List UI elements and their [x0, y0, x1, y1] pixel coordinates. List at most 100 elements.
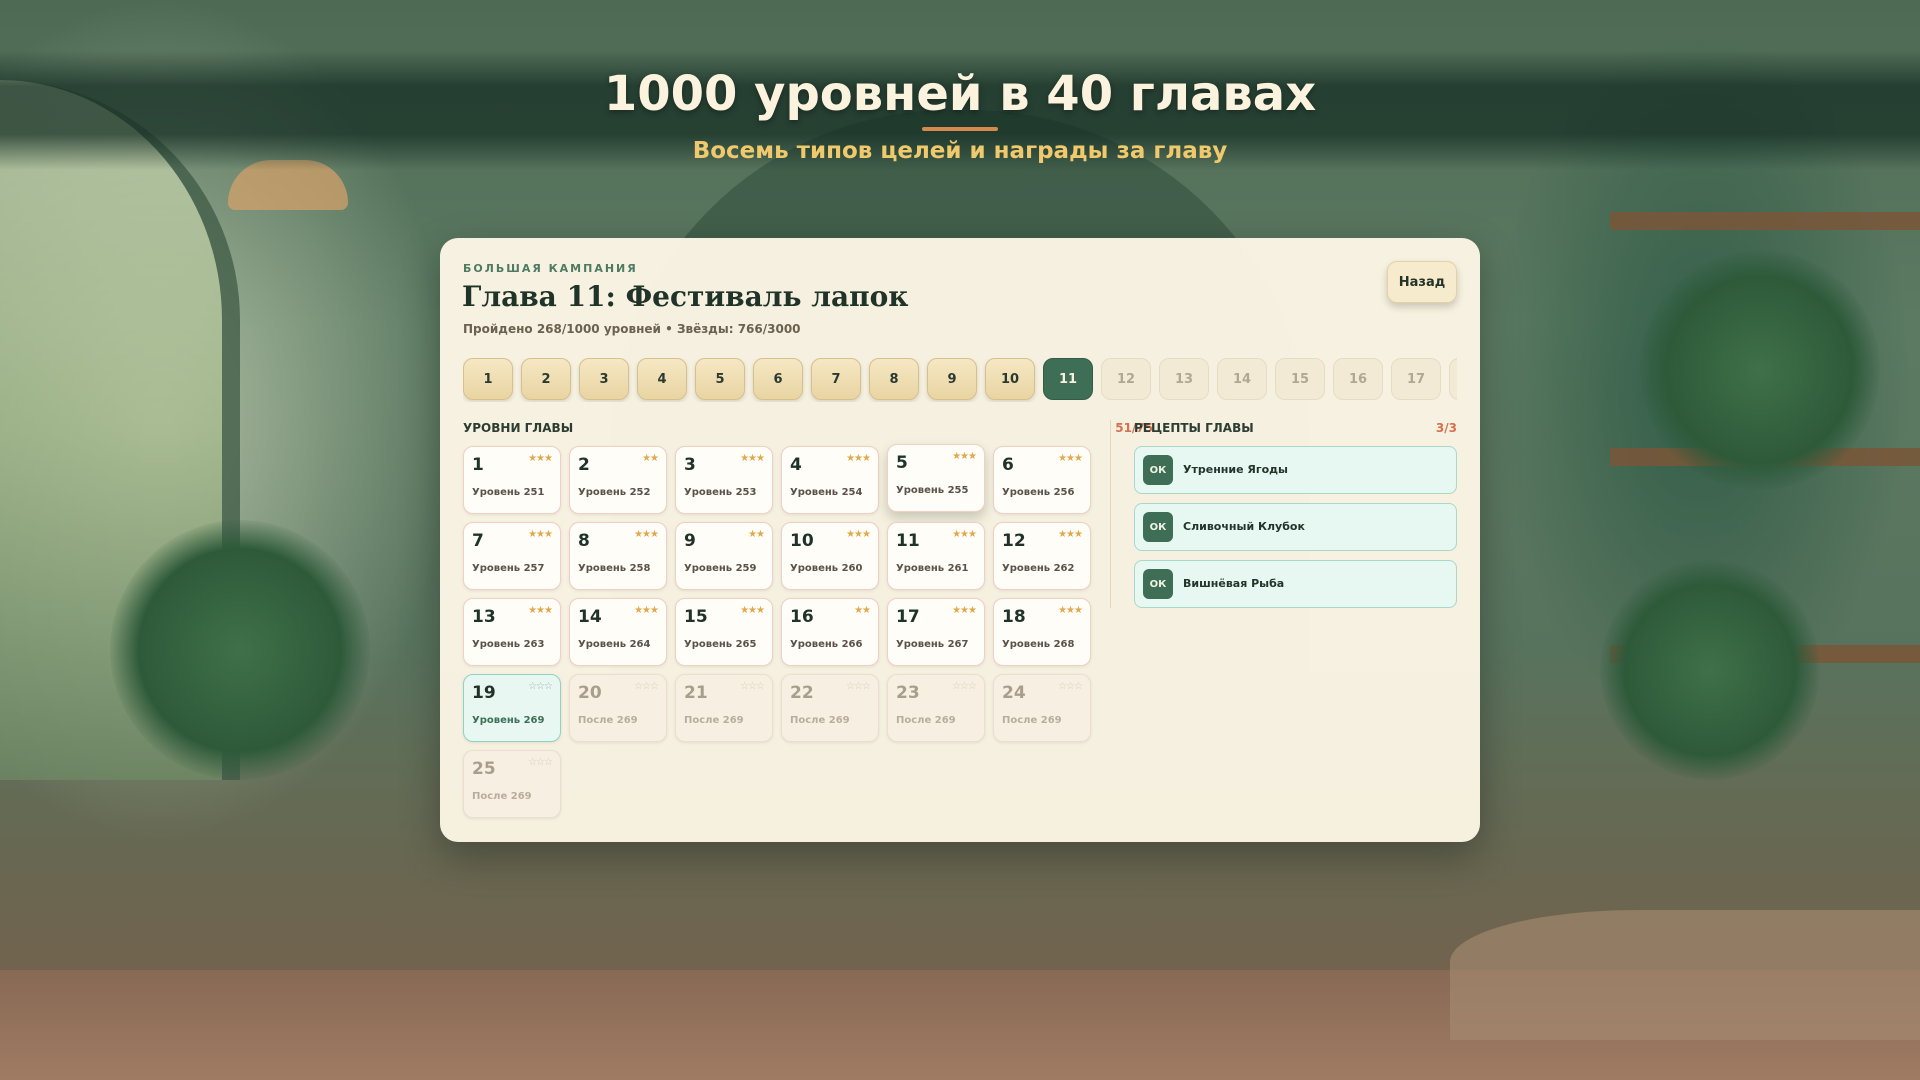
level-label: Уровень 251 — [472, 487, 545, 498]
chapter-chip-15[interactable]: 15 — [1275, 358, 1325, 400]
level-card[interactable]: 1 ★★★ Уровень 251 — [463, 446, 561, 514]
level-stars-icon: ☆☆☆ — [1058, 681, 1083, 692]
hero-divider — [922, 127, 998, 131]
level-number: 13 — [472, 607, 496, 627]
chapter-chip-12[interactable]: 12 — [1101, 358, 1151, 400]
level-card[interactable]: 14 ★★★ Уровень 264 — [569, 598, 667, 666]
level-number: 3 — [684, 455, 696, 475]
level-label: Уровень 267 — [896, 639, 969, 650]
level-number: 18 — [1002, 607, 1026, 627]
recipes-count: 3/3 — [1435, 421, 1457, 435]
level-label: Уровень 264 — [578, 639, 651, 650]
chapter-chip-3[interactable]: 3 — [579, 358, 629, 400]
level-label: После 269 — [472, 791, 532, 802]
level-label: Уровень 261 — [896, 563, 969, 574]
level-stars-icon: ★★★ — [846, 529, 871, 540]
chapter-chip-8[interactable]: 8 — [869, 358, 919, 400]
level-label: Уровень 268 — [1002, 639, 1075, 650]
recipe-name: Сливочный Клубок — [1183, 520, 1305, 533]
chapter-chip-13[interactable]: 13 — [1159, 358, 1209, 400]
level-card[interactable]: 16 ★★ Уровень 266 — [781, 598, 879, 666]
recipe-item[interactable]: ОК Утренние Ягоды — [1134, 446, 1457, 494]
level-stars-icon: ★★★ — [952, 605, 977, 616]
background-plant — [1600, 560, 1820, 780]
level-card[interactable]: 7 ★★★ Уровень 257 — [463, 522, 561, 590]
level-stars-icon: ★★★ — [528, 529, 553, 540]
background-shelf — [1610, 212, 1920, 230]
chapter-chip-18[interactable] — [1449, 358, 1457, 400]
level-card[interactable]: 3 ★★★ Уровень 253 — [675, 446, 773, 514]
level-card[interactable]: 2 ★★ Уровень 252 — [569, 446, 667, 514]
level-stars-icon: ☆☆☆ — [528, 757, 553, 768]
level-label: Уровень 252 — [578, 487, 651, 498]
level-stars-icon: ★★★ — [1058, 529, 1083, 540]
level-number: 6 — [1002, 455, 1014, 475]
level-number: 23 — [896, 683, 920, 703]
level-label: После 269 — [896, 715, 956, 726]
level-label: После 269 — [578, 715, 638, 726]
level-card[interactable]: 17 ★★★ Уровень 267 — [887, 598, 985, 666]
level-card[interactable]: 10 ★★★ Уровень 260 — [781, 522, 879, 590]
chapter-chip-5[interactable]: 5 — [695, 358, 745, 400]
chapter-chip-7[interactable]: 7 — [811, 358, 861, 400]
level-card[interactable]: 6 ★★★ Уровень 256 — [993, 446, 1091, 514]
level-number: 11 — [896, 531, 920, 551]
chapter-chip-10[interactable]: 10 — [985, 358, 1035, 400]
level-stars-icon: ★★★ — [952, 451, 977, 462]
level-number: 10 — [790, 531, 814, 551]
level-card[interactable]: 8 ★★★ Уровень 258 — [569, 522, 667, 590]
chapter-chip-14[interactable]: 14 — [1217, 358, 1267, 400]
level-stars-icon: ☆☆☆ — [740, 681, 765, 692]
level-card[interactable]: 15 ★★★ Уровень 265 — [675, 598, 773, 666]
level-card[interactable]: 13 ★★★ Уровень 263 — [463, 598, 561, 666]
chapter-panel: БОЛЬШАЯ КАМПАНИЯ Глава 11: Фестиваль лап… — [440, 238, 1480, 842]
back-button[interactable]: Назад — [1387, 261, 1457, 303]
chapter-chip-1[interactable]: 1 — [463, 358, 513, 400]
levels-heading: УРОВНИ ГЛАВЫ — [463, 421, 574, 435]
level-stars-icon: ☆☆☆ — [634, 681, 659, 692]
hero-subtitle: Восемь типов целей и награды за главу — [692, 138, 1228, 164]
chapter-chip-6[interactable]: 6 — [753, 358, 803, 400]
level-label: После 269 — [684, 715, 744, 726]
level-number: 8 — [578, 531, 590, 551]
level-stars-icon: ★★ — [854, 605, 871, 616]
chapter-chip-9[interactable]: 9 — [927, 358, 977, 400]
level-label: Уровень 266 — [790, 639, 863, 650]
level-card[interactable]: 21 ☆☆☆ После 269 — [675, 674, 773, 742]
level-label: Уровень 253 — [684, 487, 757, 498]
level-label: Уровень 265 — [684, 639, 757, 650]
level-card[interactable]: 11 ★★★ Уровень 261 — [887, 522, 985, 590]
chapter-chip-17[interactable]: 17 — [1391, 358, 1441, 400]
recipe-item[interactable]: ОК Вишнёвая Рыба — [1134, 560, 1457, 608]
level-card[interactable]: 4 ★★★ Уровень 254 — [781, 446, 879, 514]
level-card[interactable]: 19 ☆☆☆ Уровень 269 — [463, 674, 561, 742]
level-card[interactable]: 18 ★★★ Уровень 268 — [993, 598, 1091, 666]
recipe-complete-badge: ОК — [1143, 455, 1173, 485]
chapter-chip-16[interactable]: 16 — [1333, 358, 1383, 400]
level-stars-icon: ★★★ — [740, 605, 765, 616]
level-card[interactable]: 5 ★★★ Уровень 255 — [887, 444, 985, 512]
level-number: 12 — [1002, 531, 1026, 551]
level-card[interactable]: 9 ★★ Уровень 259 — [675, 522, 773, 590]
level-stars-icon: ★★★ — [634, 529, 659, 540]
level-number: 1 — [472, 455, 484, 475]
level-card[interactable]: 20 ☆☆☆ После 269 — [569, 674, 667, 742]
level-number: 2 — [578, 455, 590, 475]
level-stars-icon: ★★★ — [1058, 453, 1083, 464]
level-stars-icon: ★★★ — [634, 605, 659, 616]
level-number: 16 — [790, 607, 814, 627]
level-label: Уровень 259 — [684, 563, 757, 574]
level-stars-icon: ☆☆☆ — [528, 681, 553, 692]
level-card[interactable]: 22 ☆☆☆ После 269 — [781, 674, 879, 742]
level-card[interactable]: 25 ☆☆☆ После 269 — [463, 750, 561, 818]
level-number: 20 — [578, 683, 602, 703]
level-card[interactable]: 12 ★★★ Уровень 262 — [993, 522, 1091, 590]
chapter-chip-11[interactable]: 11 — [1043, 358, 1093, 400]
level-card[interactable]: 24 ☆☆☆ После 269 — [993, 674, 1091, 742]
chapter-chip-2[interactable]: 2 — [521, 358, 571, 400]
level-stars-icon: ★★★ — [528, 605, 553, 616]
level-card[interactable]: 23 ☆☆☆ После 269 — [887, 674, 985, 742]
level-number: 24 — [1002, 683, 1026, 703]
chapter-chip-4[interactable]: 4 — [637, 358, 687, 400]
recipe-item[interactable]: ОК Сливочный Клубок — [1134, 503, 1457, 551]
